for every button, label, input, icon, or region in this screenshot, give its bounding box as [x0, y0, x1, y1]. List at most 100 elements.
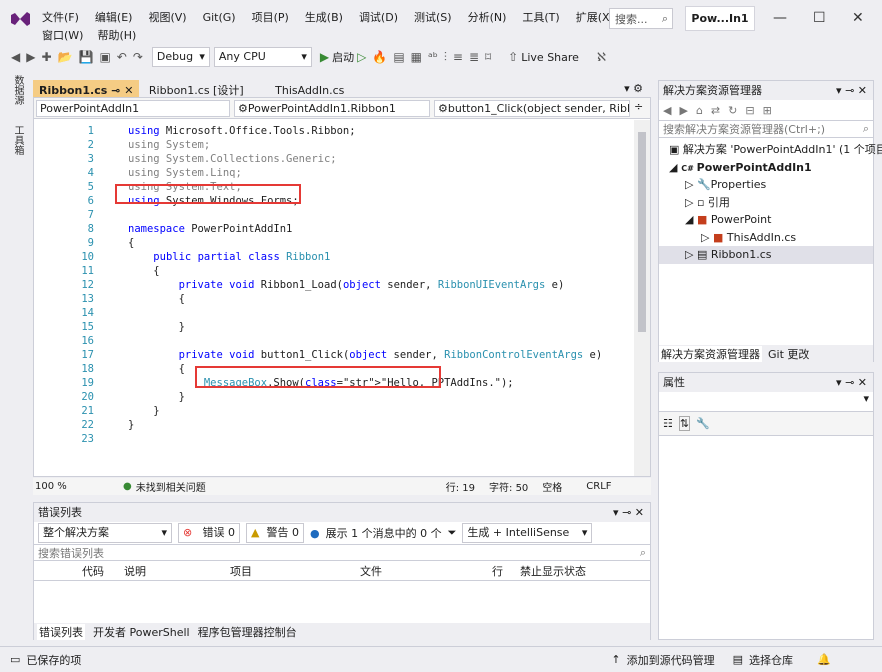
- maximize-icon[interactable]: ☐: [813, 10, 826, 26]
- solution-title-badge[interactable]: Pow...In1: [685, 6, 755, 31]
- tab-git-changes[interactable]: Git 更改: [768, 346, 809, 362]
- close-icon[interactable]: ✕: [852, 10, 864, 26]
- alphabetical-icon[interactable]: ⇅: [678, 416, 691, 431]
- menu-file[interactable]: 文件(F): [42, 9, 79, 25]
- toolbar-icon-c[interactable]: ⫶: [444, 50, 447, 65]
- open-icon[interactable]: 📂: [58, 50, 73, 64]
- whitespace-mode[interactable]: 空格: [542, 479, 562, 494]
- back-icon[interactable]: ◀: [663, 104, 671, 117]
- code-line[interactable]: using System.Linq;: [128, 166, 242, 180]
- panel-controls-icon[interactable]: ▾ ⊸ ✕: [836, 373, 867, 392]
- new-project-icon[interactable]: ✚: [41, 50, 51, 64]
- menu-debug[interactable]: 调试(D): [359, 9, 398, 25]
- start-icon[interactable]: ▶: [320, 50, 329, 64]
- menu-window[interactable]: 窗口(W): [42, 27, 83, 43]
- tree-item-solution[interactable]: ▣ 解决方案 'PowerPointAddIn1' (1 个项目: [659, 141, 882, 159]
- vertical-scrollbar[interactable]: [634, 120, 650, 476]
- code-line[interactable]: using Microsoft.Office.Tools.Ribbon;: [128, 124, 356, 138]
- property-pages-icon[interactable]: 🔧: [696, 417, 710, 430]
- menu-help[interactable]: 帮助(H): [97, 27, 136, 43]
- show-all-icon[interactable]: ⊞: [763, 104, 772, 117]
- code-line[interactable]: {: [128, 292, 185, 306]
- menu-view[interactable]: 视图(V): [148, 9, 186, 25]
- close-icon[interactable]: ✕: [124, 84, 133, 97]
- forward-icon[interactable]: ▶: [679, 104, 687, 117]
- code-line[interactable]: {: [128, 264, 159, 278]
- start-label[interactable]: 启动: [332, 49, 354, 65]
- collapse-icon[interactable]: ⊟: [745, 104, 754, 117]
- solution-search-input[interactable]: 搜索解决方案资源管理器(Ctrl+;) ⌕: [659, 120, 873, 138]
- toolbar-icon-a[interactable]: ▤: [393, 50, 404, 64]
- panel-controls-icon[interactable]: ▾ ⊸ ✕: [836, 81, 867, 100]
- spellcheck-icon[interactable]: ᵃᵇ: [428, 50, 438, 64]
- code-line[interactable]: {: [128, 362, 185, 376]
- col-code[interactable]: 代码: [82, 563, 124, 579]
- code-line[interactable]: {: [128, 236, 134, 250]
- code-line[interactable]: }: [128, 418, 134, 432]
- start-without-debug-icon[interactable]: ▷: [357, 50, 366, 64]
- hot-reload-icon[interactable]: 🔥: [372, 50, 387, 64]
- project-dropdown[interactable]: PowerPointAddIn1: [36, 100, 230, 117]
- panel-controls-icon[interactable]: ▾ ⊸ ✕: [613, 503, 644, 522]
- menu-tools[interactable]: 工具(T): [522, 9, 559, 25]
- menu-edit[interactable]: 编辑(E): [95, 9, 133, 25]
- tab-developer-powershell[interactable]: 开发者 PowerShell: [93, 624, 190, 640]
- col-line[interactable]: 行: [492, 563, 520, 579]
- undo-icon[interactable]: ↶: [117, 50, 127, 64]
- col-file[interactable]: 文件: [360, 563, 492, 579]
- save-all-icon[interactable]: ▣: [99, 50, 110, 64]
- menu-build[interactable]: 生成(B): [305, 9, 343, 25]
- code-line[interactable]: using System;: [128, 138, 210, 152]
- code-line[interactable]: private void Ribbon1_Load(object sender,…: [128, 278, 565, 292]
- errors-filter[interactable]: ⊗ 错误 0: [178, 523, 240, 543]
- menu-project[interactable]: 项目(P): [252, 9, 289, 25]
- live-share-button[interactable]: Live Share: [521, 51, 579, 64]
- pin-icon[interactable]: ⊸: [111, 84, 120, 97]
- col-description[interactable]: 说明: [124, 563, 230, 579]
- history-icon[interactable]: ↻: [728, 104, 737, 117]
- menu-git[interactable]: Git(G): [203, 11, 236, 24]
- notifications-icon[interactable]: 🔔: [817, 653, 831, 666]
- menu-test[interactable]: 测试(S): [414, 9, 452, 25]
- line-ending[interactable]: CRLF: [586, 481, 611, 492]
- tab-solution-explorer[interactable]: 解决方案资源管理器: [659, 345, 762, 362]
- code-line[interactable]: private void button1_Click(object sender…: [128, 348, 603, 362]
- code-editor[interactable]: PowerPointAddIn1 ⚙PowerPointAddIn1.Ribbo…: [33, 97, 651, 477]
- build-select[interactable]: 生成 + IntelliSense ▾: [462, 523, 593, 543]
- warnings-filter[interactable]: ▲ 警告 0: [246, 523, 304, 543]
- forward-icon[interactable]: ▶: [26, 50, 35, 64]
- select-repository[interactable]: 选择仓库: [749, 652, 793, 668]
- back-icon[interactable]: ◀: [11, 50, 20, 64]
- platform-select[interactable]: Any CPU ▾: [213, 47, 312, 67]
- tab-package-manager[interactable]: 程序包管理器控制台: [198, 624, 297, 640]
- issues-text[interactable]: 未找到相关问题: [136, 479, 206, 494]
- categorized-icon[interactable]: ☷: [663, 417, 673, 430]
- class-dropdown[interactable]: ⚙PowerPointAddIn1.Ribbon1: [234, 100, 430, 117]
- sidebar-toolbox[interactable]: 工具箱: [10, 125, 25, 155]
- save-icon[interactable]: 💾: [78, 50, 93, 64]
- col-project[interactable]: 项目: [230, 563, 360, 579]
- sidebar-datasource[interactable]: 数据源: [10, 75, 25, 105]
- code-line[interactable]: }: [128, 390, 185, 404]
- code-line[interactable]: }: [128, 320, 185, 334]
- filter-icon[interactable]: ⏷: [448, 526, 457, 540]
- tab-error-list[interactable]: 错误列表: [37, 623, 85, 640]
- tree-item-ribbon1[interactable]: ▷ ▤ Ribbon1.cs: [659, 246, 873, 264]
- search-input[interactable]: 搜索... ⌕: [609, 8, 673, 29]
- add-source-control[interactable]: 添加到源代码管理: [627, 652, 715, 668]
- scope-select[interactable]: 整个解决方案 ▾: [38, 523, 172, 543]
- bookmark-icon[interactable]: ⌑: [485, 50, 491, 64]
- redo-icon[interactable]: ↷: [133, 50, 143, 64]
- split-icon[interactable]: ÷: [634, 100, 643, 113]
- code-area[interactable]: 1 using Microsoft.Office.Tools.Ribbon; 2 us…: [34, 120, 634, 460]
- code-line[interactable]: public partial class Ribbon1: [128, 250, 330, 264]
- tree-item-properties[interactable]: ▷ 🔧Properties: [659, 176, 873, 194]
- feedback-icon[interactable]: ℵ: [597, 50, 606, 64]
- tree-item-thisaddin[interactable]: ▷ ■ ThisAddIn.cs: [659, 229, 873, 247]
- toolbar-icon-b[interactable]: ▦: [411, 50, 422, 64]
- sync-icon[interactable]: ⇄: [711, 104, 720, 117]
- messages-filter[interactable]: 展示 1 个消息中的 0 个: [326, 525, 442, 541]
- config-select[interactable]: Debug ▾: [151, 47, 210, 67]
- zoom-level[interactable]: 100 %: [35, 481, 75, 492]
- code-line[interactable]: }: [128, 404, 159, 418]
